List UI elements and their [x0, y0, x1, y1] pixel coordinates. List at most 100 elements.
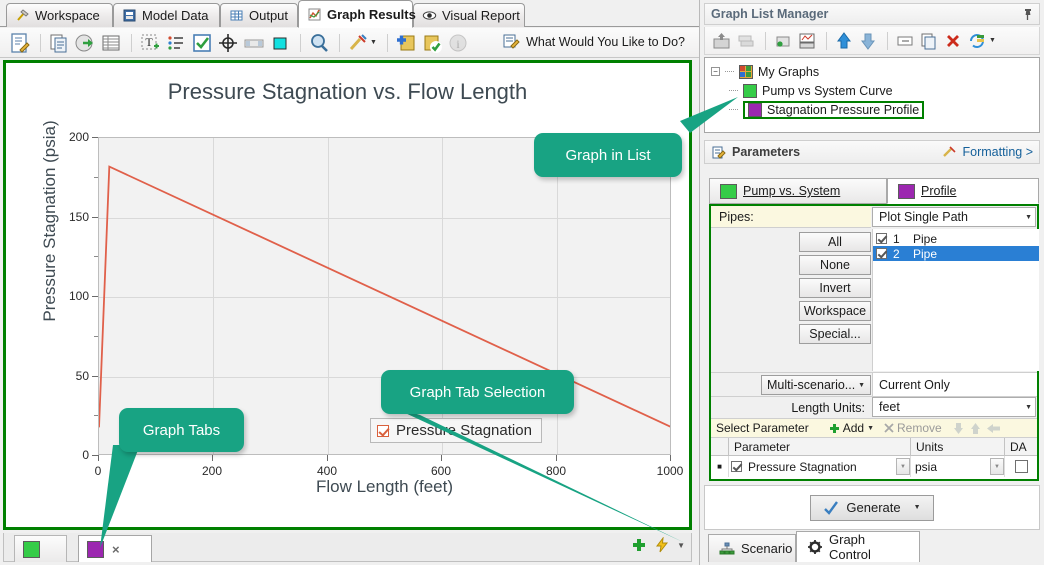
length-units-value: feet	[879, 400, 900, 414]
left-arrow-icon[interactable]	[986, 422, 1001, 435]
up-arrow-icon[interactable]	[969, 422, 982, 435]
zoom-icon[interactable]	[307, 31, 331, 55]
slider-icon[interactable]	[242, 31, 266, 55]
tab-scenario[interactable]: Scenario	[708, 534, 796, 562]
check-icon	[823, 500, 839, 516]
add-label: Add	[842, 421, 865, 435]
callout-tail-graph-tab-selection	[388, 405, 685, 543]
workspace-button[interactable]: Workspace	[799, 301, 871, 321]
chevron-down-icon[interactable]: ▼	[989, 37, 996, 44]
tab-workspace[interactable]: Workspace	[6, 3, 113, 27]
load-icon[interactable]	[711, 30, 733, 52]
move-down-icon[interactable]	[857, 30, 879, 52]
copy-icon[interactable]	[47, 31, 71, 55]
none-button[interactable]: None	[799, 255, 871, 275]
chevron-down-icon[interactable]: ▼	[370, 39, 377, 46]
list-icon[interactable]	[164, 31, 188, 55]
generate-bar: Generate ▼	[704, 485, 1040, 530]
graph-list-tree[interactable]: − My Graphs Pump vs System Curve Stagnat…	[704, 57, 1040, 133]
pipe-checkbox[interactable]	[876, 233, 887, 244]
chevron-down-icon[interactable]: ▼	[1025, 214, 1032, 221]
apply-graph-icon[interactable]	[420, 31, 444, 55]
export-icon[interactable]	[73, 31, 97, 55]
plot-mode-dropdown[interactable]: Plot Single Path ▼	[872, 207, 1036, 227]
copy-stack-icon[interactable]	[735, 30, 757, 52]
add-parameter-button[interactable]: Add ▼	[829, 421, 874, 435]
list-item[interactable]: 1 Pipe	[873, 231, 1039, 246]
info-icon[interactable]: i	[446, 31, 470, 55]
tab-graph-results[interactable]: Graph Results	[298, 0, 416, 28]
collapse-icon[interactable]: −	[711, 67, 720, 76]
table-header-row: Parameter Units DA	[711, 438, 1037, 456]
th-marker	[711, 438, 729, 455]
y-tick-label: 150	[68, 209, 89, 224]
select-parameter-bar: Select Parameter Add ▼ Remove	[711, 418, 1037, 438]
formatting-link[interactable]: Formatting >	[942, 145, 1033, 159]
y-tick-label: 50	[75, 368, 89, 383]
rename-icon[interactable]	[894, 30, 916, 52]
color-swatch-icon[interactable]	[268, 31, 292, 55]
what-would-you-like-to-do-button[interactable]: What Would You Like to Do?	[502, 33, 685, 51]
tab-pump-vs-system[interactable]: Pump vs. System	[709, 178, 887, 204]
toolbar-separator	[765, 31, 766, 50]
chevron-down-icon[interactable]: ▼	[990, 458, 1004, 475]
main-tab-strip: Workspace Model Data Output Graph Result…	[0, 0, 699, 28]
graph-tab-pump-vs-system[interactable]	[14, 535, 67, 562]
length-units-dropdown[interactable]: feet ▼	[872, 397, 1036, 417]
duplicate-icon[interactable]	[918, 30, 940, 52]
invert-button[interactable]: Invert	[799, 278, 871, 298]
tree-node-stagnation-pressure-profile[interactable]: Stagnation Pressure Profile	[711, 100, 1039, 119]
pin-icon[interactable]	[1022, 8, 1033, 21]
tab-graph-control[interactable]: Graph Control	[796, 531, 920, 562]
da-cell[interactable]	[1005, 456, 1037, 477]
refresh-icon[interactable]	[966, 30, 988, 52]
parameter-checkbox[interactable]	[731, 461, 742, 472]
callout-text: Graph in List	[565, 146, 651, 164]
units-cell[interactable]: psia ▼	[911, 456, 1005, 477]
checkbox-icon[interactable]	[190, 31, 214, 55]
multi-scenario-button[interactable]: Multi-scenario... ▼	[761, 375, 871, 395]
list-item[interactable]: 2 Pipe	[873, 246, 1039, 261]
da-checkbox[interactable]	[1014, 460, 1028, 473]
tab-profile[interactable]: Profile	[887, 178, 1039, 204]
chevron-down-icon[interactable]: ▼	[867, 425, 874, 432]
parameter-cell[interactable]: Pressure Stagnation ▼	[729, 456, 911, 477]
tab-output[interactable]: Output	[220, 3, 298, 27]
th-parameter: Parameter	[729, 438, 911, 455]
edit-document-icon[interactable]	[8, 31, 32, 55]
down-arrow-icon[interactable]	[952, 422, 965, 435]
pipes-list[interactable]: 1 Pipe 2 Pipe	[872, 229, 1039, 371]
add-graph-icon[interactable]	[394, 31, 418, 55]
callout-graph-tab-selection: Graph Tab Selection	[381, 370, 574, 414]
chevron-down-icon[interactable]: ▼	[1025, 404, 1032, 411]
tree-node-pump-vs-system-curve[interactable]: Pump vs System Curve	[711, 82, 1039, 99]
tab-visual-report[interactable]: Visual Report	[413, 3, 525, 27]
scenario-tree-icon	[719, 541, 735, 557]
add-text-icon[interactable]: T	[138, 31, 162, 55]
row-marker-cell: ■	[711, 456, 729, 477]
purple-graph-icon	[748, 102, 762, 117]
delete-icon[interactable]	[942, 30, 964, 52]
chevron-down-icon[interactable]: ▼	[914, 504, 921, 511]
special-button[interactable]: Special...	[799, 324, 871, 344]
units-value: psia	[915, 459, 938, 474]
pipe-checkbox[interactable]	[876, 248, 887, 259]
generate-button[interactable]: Generate ▼	[810, 494, 934, 521]
new-folder-icon[interactable]	[772, 30, 794, 52]
remove-parameter-button[interactable]: Remove	[884, 421, 942, 435]
green-graph-icon	[720, 183, 737, 199]
tab-model-data[interactable]: Model Data	[113, 3, 220, 27]
all-button[interactable]: All	[799, 232, 871, 252]
chevron-down-icon[interactable]: ▼	[896, 458, 910, 475]
table-icon[interactable]	[99, 31, 123, 55]
crosshair-icon[interactable]	[216, 31, 240, 55]
format-icon[interactable]	[346, 31, 370, 55]
tree-node-my-graphs[interactable]: − My Graphs	[711, 63, 1039, 80]
table-row[interactable]: ■ Pressure Stagnation ▼ psia ▼	[711, 456, 1037, 477]
print-icon[interactable]	[796, 30, 818, 52]
length-units-label-text: Length Units:	[791, 400, 865, 415]
chevron-down-icon[interactable]: ▼	[858, 382, 865, 389]
parameters-body: Pipes: Plot Single Path ▼ All None Inver…	[709, 204, 1039, 481]
move-up-icon[interactable]	[833, 30, 855, 52]
graph-list-manager-toolbar: ▼	[704, 27, 1040, 55]
